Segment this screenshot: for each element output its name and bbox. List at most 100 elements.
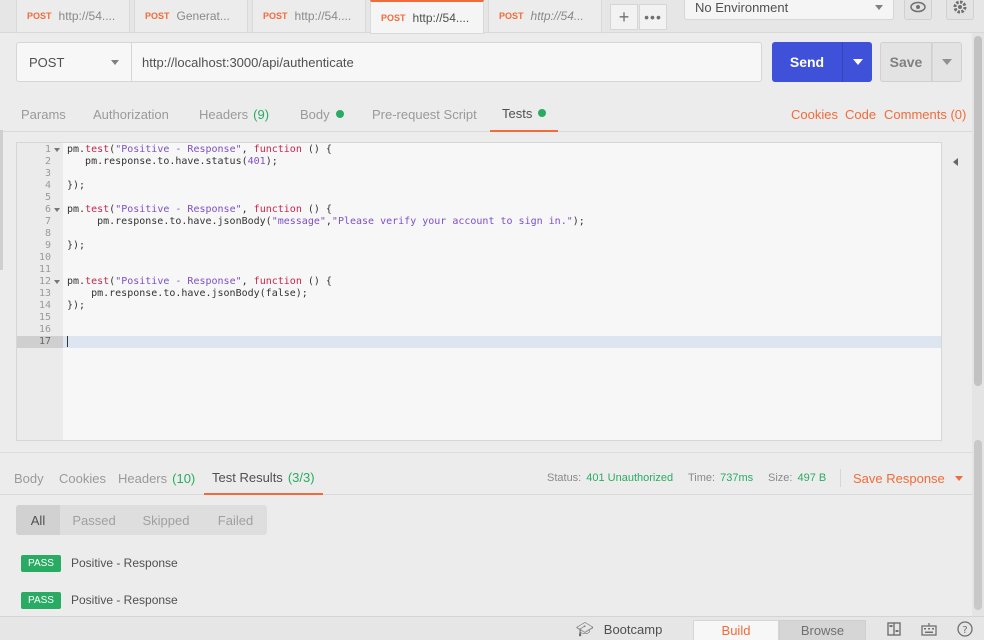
- code-line[interactable]: 13 pm.response.to.have.jsonBody(false);: [17, 288, 941, 300]
- tab-test-results[interactable]: Test Results (3/3): [204, 461, 323, 495]
- settings-button[interactable]: [946, 0, 974, 20]
- request-tabs: Params Authorization Headers (9) Body Pr…: [0, 96, 972, 132]
- filter-failed[interactable]: Failed: [204, 505, 267, 535]
- code-line[interactable]: 16: [17, 324, 941, 336]
- save-response-button[interactable]: Save Response: [853, 461, 963, 495]
- two-pane-view-button[interactable]: [886, 621, 902, 637]
- request-tab-5[interactable]: POST http://54...: [488, 0, 602, 33]
- code-line[interactable]: 14});: [17, 300, 941, 312]
- fold-arrow-icon[interactable]: [54, 280, 60, 284]
- code-text: pm.response.to.have.jsonBody(false);: [67, 288, 308, 299]
- build-mode-button[interactable]: Build: [693, 620, 779, 640]
- request-tab-2[interactable]: POST Generat...: [134, 0, 248, 33]
- bootcamp-label: Bootcamp: [603, 621, 663, 637]
- url-input[interactable]: http://localhost:3000/api/authenticate: [132, 42, 762, 82]
- chevron-down-icon: [852, 59, 863, 65]
- request-tab-4[interactable]: POST http://54....: [370, 0, 484, 34]
- test-script-editor[interactable]: 1 pm.test("Positive - Response", function…: [16, 142, 942, 441]
- help-icon: ?: [957, 621, 973, 637]
- save-options-button[interactable]: [932, 42, 962, 82]
- filter-all[interactable]: All: [16, 505, 60, 535]
- send-options-button[interactable]: [842, 42, 872, 82]
- fold-arrow-icon[interactable]: [54, 208, 60, 212]
- tab-title: Generat...: [176, 9, 230, 23]
- divider: [840, 469, 841, 487]
- time-label: Time:: [688, 472, 716, 484]
- tab-method: POST: [145, 11, 170, 21]
- environment-select[interactable]: No Environment: [684, 0, 894, 20]
- test-result-filters: All Passed Skipped Failed: [16, 505, 267, 535]
- code-line[interactable]: 11: [17, 264, 941, 276]
- request-tab-1[interactable]: POST http://54....: [16, 0, 130, 33]
- code-line[interactable]: 17: [17, 336, 941, 348]
- method-select[interactable]: POST: [16, 42, 132, 82]
- help-button[interactable]: ?: [957, 621, 973, 637]
- code-text: pm.test("Positive - Response", function …: [67, 276, 332, 287]
- tab-method: POST: [499, 11, 524, 21]
- size-label: Size:: [768, 472, 793, 484]
- url-value: http://localhost:3000/api/authenticate: [142, 54, 354, 70]
- response-headers-count: (10): [172, 470, 196, 486]
- filter-skipped[interactable]: Skipped: [128, 505, 204, 535]
- tab-response-cookies-label: Cookies: [59, 470, 106, 486]
- send-button[interactable]: Send: [772, 42, 842, 82]
- scrollbar-thumb[interactable]: [974, 36, 982, 386]
- response-size: Size: 497 B: [768, 461, 826, 495]
- tab-response-cookies[interactable]: Cookies: [59, 461, 106, 495]
- tab-pre-request-label: Pre-request Script: [372, 106, 477, 122]
- line-number: 14: [38, 300, 51, 311]
- tab-response-headers[interactable]: Headers (10): [118, 461, 195, 495]
- browse-mode-button[interactable]: Browse: [779, 620, 866, 640]
- tab-headers[interactable]: Headers (9): [199, 96, 269, 132]
- response-status: Status: 401 Unauthorized: [547, 461, 673, 495]
- save-button[interactable]: Save: [880, 42, 932, 82]
- tab-body[interactable]: Body: [300, 96, 344, 132]
- response-scrollbar-thumb[interactable]: [974, 440, 982, 610]
- bootcamp-button[interactable]: 🎓︎ Bootcamp: [576, 617, 662, 640]
- line-number: 13: [38, 288, 51, 299]
- status-value: 401 Unauthorized: [586, 472, 674, 484]
- text-cursor: [67, 336, 68, 347]
- code-text: pm.test("Positive - Response", function …: [67, 204, 332, 215]
- code-line[interactable]: 2 pm.response.to.have.status(401);: [17, 156, 941, 168]
- tab-tests[interactable]: Tests: [490, 96, 559, 132]
- comments-link[interactable]: Comments (0): [884, 96, 966, 132]
- test-result-row: PASS Positive - Response: [21, 553, 178, 573]
- graduation-cap-icon: 🎓︎: [576, 620, 594, 637]
- code-line[interactable]: 7 pm.response.to.have.jsonBody("message"…: [17, 216, 941, 228]
- line-number: 12: [38, 276, 51, 287]
- line-number: 6: [44, 204, 51, 215]
- size-value: 497 B: [797, 472, 827, 484]
- code-link[interactable]: Code: [845, 96, 876, 132]
- keyboard-shortcuts-button[interactable]: [921, 621, 937, 637]
- tab-params[interactable]: Params: [21, 96, 66, 132]
- collapse-snippets-icon[interactable]: [953, 158, 958, 166]
- code-text: });: [67, 300, 86, 311]
- code-line[interactable]: 8: [17, 228, 941, 240]
- new-tab-button[interactable]: +: [610, 4, 638, 30]
- code-line[interactable]: 12 pm.test("Positive - Response", functio…: [17, 276, 941, 288]
- code-line[interactable]: 9});: [17, 240, 941, 252]
- environment-quick-look-button[interactable]: [904, 0, 932, 20]
- code-line[interactable]: 3: [17, 168, 941, 180]
- cookies-link[interactable]: Cookies: [791, 96, 838, 132]
- code-line[interactable]: 4});: [17, 180, 941, 192]
- keyboard-icon: [921, 623, 937, 636]
- tab-pre-request-script[interactable]: Pre-request Script: [372, 96, 477, 132]
- test-name: Positive - Response: [71, 593, 178, 607]
- fold-arrow-icon[interactable]: [54, 148, 60, 152]
- code-text: });: [67, 240, 86, 251]
- code-line[interactable]: 5: [17, 192, 941, 204]
- tab-bar: POST http://54.... POST Generat... POST …: [0, 0, 984, 34]
- tab-tests-label: Tests: [502, 105, 533, 121]
- code-line[interactable]: 6 pm.test("Positive - Response", function…: [17, 204, 941, 216]
- code-line[interactable]: 15: [17, 312, 941, 324]
- code-line[interactable]: 1 pm.test("Positive - Response", function…: [17, 144, 941, 156]
- request-tab-3[interactable]: POST http://54....: [252, 0, 366, 33]
- more-tabs-button[interactable]: •••: [639, 4, 667, 30]
- filter-passed[interactable]: Passed: [60, 505, 128, 535]
- tab-response-body-label: Body: [14, 470, 44, 486]
- tab-response-body[interactable]: Body: [14, 461, 44, 495]
- code-line[interactable]: 10: [17, 252, 941, 264]
- tab-authorization[interactable]: Authorization: [93, 96, 169, 132]
